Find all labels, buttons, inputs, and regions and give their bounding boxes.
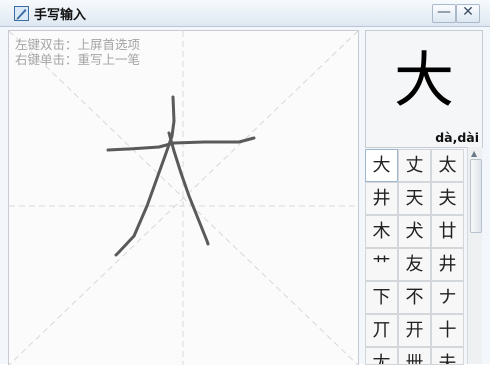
candidate-cell[interactable]: 夫: [431, 347, 464, 365]
stroke-right-falling: [167, 131, 210, 246]
candidate-cell[interactable]: 不: [398, 281, 431, 314]
title-bar[interactable]: 手写输入 — ✕: [0, 0, 490, 27]
stroke-horizontal: [106, 136, 256, 152]
preview-pinyin: dà,dài: [435, 130, 479, 145]
candidate-cell[interactable]: 卌: [398, 347, 431, 365]
close-button[interactable]: ✕: [456, 4, 480, 23]
candidate-cell[interactable]: 廿: [431, 215, 464, 248]
character-preview: 大 dà,dài: [365, 30, 483, 148]
candidate-cell[interactable]: 天: [398, 182, 431, 215]
candidate-cell[interactable]: 丌: [365, 314, 398, 347]
candidate-cell[interactable]: 十: [431, 314, 464, 347]
handwriting-pen-icon: [14, 6, 29, 21]
preview-character: 大: [394, 46, 454, 116]
minimize-button[interactable]: —: [432, 4, 456, 23]
candidate-cell[interactable]: 太: [431, 149, 464, 182]
canvas-guides-and-strokes: [9, 31, 358, 365]
candidate-cell[interactable]: 井: [431, 248, 464, 281]
candidate-cell[interactable]: 下: [365, 281, 398, 314]
stroke-left-falling: [114, 95, 176, 257]
handwriting-input-window: 手写输入 — ✕ 左键双击：上屏首选项 右键单击：重写上一笔 大 dà,dài …: [0, 0, 490, 365]
candidate-cell[interactable]: 友: [398, 248, 431, 281]
candidate-cell[interactable]: 夫: [431, 182, 464, 215]
handwritten-strokes: [106, 95, 256, 257]
handwriting-canvas[interactable]: 左键双击：上屏首选项 右键单击：重写上一笔: [8, 30, 359, 365]
window-title: 手写输入: [34, 8, 87, 23]
candidate-scrollbar[interactable]: ▲: [467, 147, 482, 364]
candidate-cell[interactable]: 尢: [365, 347, 398, 365]
candidate-cell[interactable]: 大: [365, 149, 398, 182]
candidate-cell[interactable]: 艹: [365, 248, 398, 281]
candidate-cell[interactable]: 木: [365, 215, 398, 248]
close-icon: ✕: [462, 4, 474, 20]
candidate-cell[interactable]: ナ: [431, 281, 464, 314]
hint-right-click: 右键单击：重写上一笔: [15, 52, 141, 67]
scroll-up-arrow-icon[interactable]: ▲: [471, 149, 477, 158]
canvas-guide-lines: [9, 31, 358, 365]
candidate-cell[interactable]: 开: [398, 314, 431, 347]
minimize-icon: —: [437, 4, 451, 20]
candidate-cell[interactable]: 丈: [398, 149, 431, 182]
scrollbar-thumb[interactable]: [470, 159, 482, 233]
candidate-cell[interactable]: 犬: [398, 215, 431, 248]
candidate-cell[interactable]: 井: [365, 182, 398, 215]
